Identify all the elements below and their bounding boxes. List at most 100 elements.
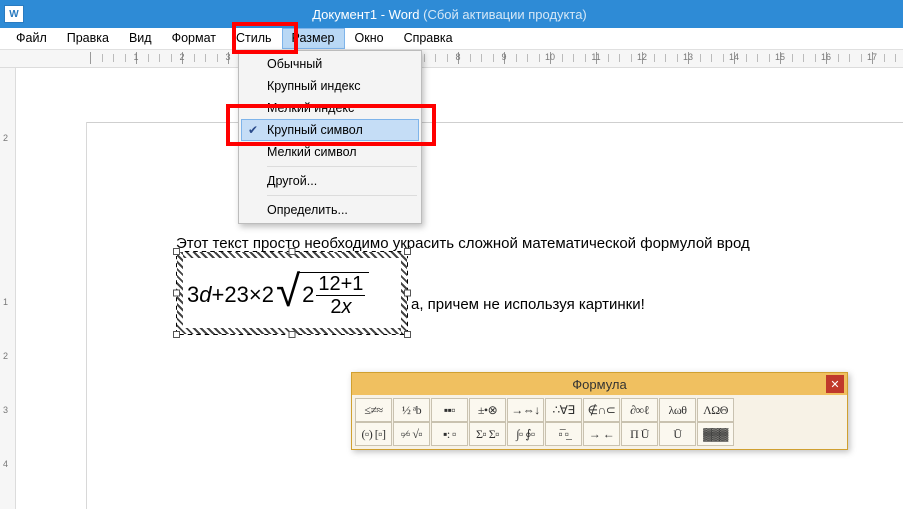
equation-content: 3d + 23 × 2 √ 2 12+1 2x <box>187 264 399 326</box>
ruler-h-label: 10 <box>545 52 555 62</box>
ruler-v-label: 2 <box>3 351 8 361</box>
eq-sqrt-2: 2 <box>302 282 314 308</box>
menu-file[interactable]: Файл <box>6 28 57 49</box>
dd-label: Другой... <box>267 174 317 188</box>
window-title: Документ1 - Word (Сбой активации продукт… <box>30 7 899 22</box>
dd-item-define[interactable]: Определить... <box>241 199 419 221</box>
tb-sums[interactable]: Σ▫ Σ▫ <box>469 422 506 446</box>
tb-relations[interactable]: ≤≠≈ <box>355 398 392 422</box>
dd-label: Крупный индекс <box>267 79 360 93</box>
tb-integrals[interactable]: ∫▫ ∮▫ <box>507 422 544 446</box>
resize-handle-tl[interactable] <box>173 248 180 255</box>
ruler-h-label: 9 <box>501 52 506 62</box>
dd-item-large-index[interactable]: Крупный индекс <box>241 75 419 97</box>
dd-separator <box>267 195 417 196</box>
tb-greek-upper[interactable]: ΛΩΘ <box>697 398 734 422</box>
resize-handle-bl[interactable] <box>173 331 180 338</box>
ruler-h-label: 2 <box>179 52 184 62</box>
dd-item-small-symbol[interactable]: Мелкий символ <box>241 141 419 163</box>
ruler-h-label: 17 <box>867 52 877 62</box>
menu-size[interactable]: Размер <box>282 28 345 49</box>
ruler-h-label: 8 <box>455 52 460 62</box>
ruler-h-label: 14 <box>729 52 739 62</box>
size-dropdown: Обычный Крупный индекс Мелкий индекс ✔ К… <box>238 50 422 224</box>
resize-handle-l[interactable] <box>173 290 180 297</box>
equation-object[interactable]: 3d + 23 × 2 √ 2 12+1 2x <box>176 251 408 335</box>
dd-label: Мелкий индекс <box>267 101 354 115</box>
tb-sub-super[interactable]: ½ ᵃb <box>393 398 430 422</box>
tb-embellish[interactable]: ▪▪▫ <box>431 398 468 422</box>
eq-plus: + <box>212 282 225 308</box>
ruler-h-label: 1 <box>133 52 138 62</box>
menu-format[interactable]: Формат <box>162 28 226 49</box>
dd-label: Крупный символ <box>267 123 363 137</box>
eq-2: 2 <box>262 282 274 308</box>
resize-handle-br[interactable] <box>404 331 411 338</box>
eq-sqrt: √ 2 12+1 2x <box>276 272 369 318</box>
dd-separator <box>267 166 417 167</box>
menu-style[interactable]: Стиль <box>226 28 282 49</box>
app-icon: W <box>4 5 24 23</box>
resize-handle-r[interactable] <box>404 290 411 297</box>
eq-d: d <box>199 282 211 308</box>
page-left-edge <box>86 122 87 509</box>
ruler-h-label: 3 <box>225 52 230 62</box>
menu-edit[interactable]: Правка <box>57 28 119 49</box>
ruler-v-label: 2 <box>3 133 8 143</box>
eq-frac-num: 12+1 <box>316 273 365 295</box>
dd-label: Определить... <box>267 203 348 217</box>
ruler-h-label: 11 <box>591 52 600 62</box>
doc-title-text: Документ1 - Word <box>312 7 419 22</box>
eq-fraction: 12+1 2x <box>316 273 365 318</box>
resize-handle-t[interactable] <box>289 248 296 255</box>
ruler-vertical[interactable]: 2 1 2 3 4 <box>0 68 16 509</box>
dd-item-small-index[interactable]: Мелкий индекс <box>241 97 419 119</box>
close-icon: ✕ <box>830 378 839 391</box>
tb-scripts[interactable]: ▪: ▫ <box>431 422 468 446</box>
tb-matrices[interactable]: ▓▓▓ <box>697 422 734 446</box>
toolbar-row-2: (▫) [▫] ▫⁄▫ √▫ ▪: ▫ Σ▫ Σ▫ ∫▫ ∮▫ ▫̅ ▫̲ → … <box>355 422 844 446</box>
tb-set-theory[interactable]: ∉∩⊂ <box>583 398 620 422</box>
dd-item-other[interactable]: Другой... <box>241 170 419 192</box>
eq-frac-den-x: x <box>341 296 351 318</box>
paragraph-1[interactable]: Этот текст просто необходимо украсить сл… <box>176 235 750 252</box>
resize-handle-tr[interactable] <box>404 248 411 255</box>
tb-frac-root[interactable]: ▫⁄▫ √▫ <box>393 422 430 446</box>
tb-bars[interactable]: Ū <box>659 422 696 446</box>
ruler-horizontal[interactable]: 1234567891011121314151617 <box>0 50 903 68</box>
ruler-h-label: 12 <box>637 52 647 62</box>
formula-toolbar-body: ≤≠≈ ½ ᵃb ▪▪▫ ±•⊗ →⇔↓ ∴∀∃ ∉∩⊂ ∂∞ℓ λωθ ΛΩΘ… <box>352 395 847 449</box>
dd-label: Обычный <box>267 57 322 71</box>
toolbar-row-1: ≤≠≈ ½ ᵃb ▪▪▫ ±•⊗ →⇔↓ ∴∀∃ ∉∩⊂ ∂∞ℓ λωθ ΛΩΘ <box>355 398 844 422</box>
eq-23: 23 <box>224 282 248 308</box>
tb-products[interactable]: Π Ū <box>621 422 658 446</box>
tb-arrows2[interactable]: → ← <box>583 422 620 446</box>
page-top-shadow <box>86 122 903 123</box>
menu-view[interactable]: Вид <box>119 28 162 49</box>
eq-times: × <box>249 282 262 308</box>
sqrt-icon: √ <box>276 272 300 318</box>
ruler-v-label: 1 <box>3 297 8 307</box>
tb-arrows[interactable]: →⇔↓ <box>507 398 544 422</box>
ruler-h-label: 13 <box>683 52 693 62</box>
dd-item-large-symbol[interactable]: ✔ Крупный символ <box>241 119 419 141</box>
ruler-v-label: 4 <box>3 459 8 469</box>
formula-toolbar-window[interactable]: Формула ✕ ≤≠≈ ½ ᵃb ▪▪▫ ±•⊗ →⇔↓ ∴∀∃ ∉∩⊂ ∂… <box>351 372 848 450</box>
formula-toolbar-title[interactable]: Формула ✕ <box>352 373 847 395</box>
close-button[interactable]: ✕ <box>826 375 844 393</box>
tb-operators[interactable]: ±•⊗ <box>469 398 506 422</box>
tb-misc[interactable]: ∂∞ℓ <box>621 398 658 422</box>
menu-bar: Файл Правка Вид Формат Стиль Размер Окно… <box>0 28 903 50</box>
tb-greek-lower[interactable]: λωθ <box>659 398 696 422</box>
menu-window[interactable]: Окно <box>345 28 394 49</box>
ruler-h-label: 16 <box>821 52 831 62</box>
tb-brackets[interactable]: (▫) [▫] <box>355 422 392 446</box>
activation-note: (Сбой активации продукта) <box>423 7 587 22</box>
paragraph-2[interactable]: а, причем не используя картинки! <box>411 296 645 313</box>
dd-item-normal[interactable]: Обычный <box>241 53 419 75</box>
tb-logic[interactable]: ∴∀∃ <box>545 398 582 422</box>
resize-handle-b[interactable] <box>289 331 296 338</box>
check-icon: ✔ <box>248 123 258 137</box>
tb-over-under[interactable]: ▫̅ ▫̲ <box>545 422 582 446</box>
menu-help[interactable]: Справка <box>394 28 463 49</box>
